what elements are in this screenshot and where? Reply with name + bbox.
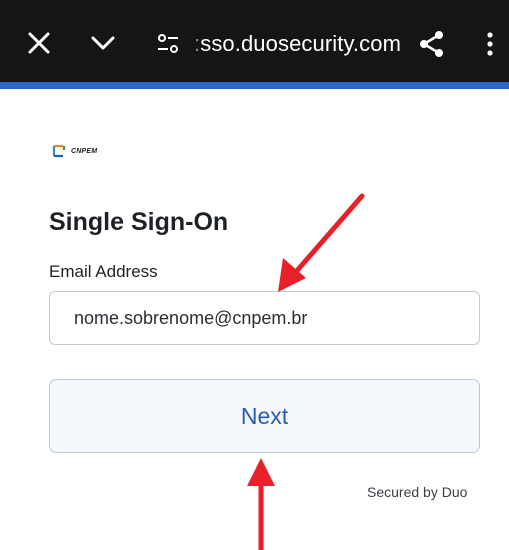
arrow-to-next-button — [247, 458, 275, 550]
email-field[interactable] — [49, 291, 480, 345]
url-text: sso.duosecurity.com — [200, 31, 402, 56]
site-settings-icon[interactable] — [156, 32, 180, 56]
cnpem-logo: CNPEM — [51, 143, 97, 159]
next-button[interactable]: Next — [49, 379, 480, 453]
email-label: Email Address — [49, 262, 158, 281]
share-icon[interactable] — [418, 30, 446, 58]
secured-by-text: Secured by Duo — [367, 484, 468, 500]
browser-toolbar: :sso.duosecurity.com — [0, 0, 509, 82]
toolbar-accent-bar — [0, 82, 509, 89]
more-vert-icon[interactable] — [480, 31, 500, 57]
arrow-to-email-field — [278, 193, 365, 292]
chevron-down-icon[interactable] — [90, 30, 116, 56]
logo-text: CNPEM — [71, 147, 98, 155]
close-icon[interactable] — [26, 30, 52, 56]
logo-mark-icon — [52, 144, 66, 158]
address-bar-url[interactable]: :sso.duosecurity.com — [194, 31, 401, 57]
page-title: Single Sign-On — [49, 208, 229, 236]
